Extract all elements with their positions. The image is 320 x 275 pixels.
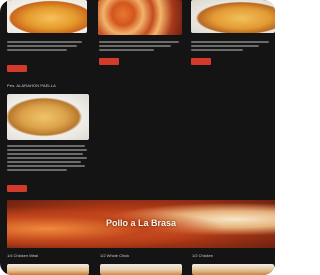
- dish-description: [7, 45, 77, 47]
- dish-description: [7, 145, 85, 147]
- dish-description: [7, 157, 87, 159]
- dish-title: 1/4 Chicken Meal: [7, 253, 38, 258]
- dish-description: [7, 149, 87, 151]
- dish-description: [191, 49, 243, 51]
- dish-image[interactable]: [7, 94, 89, 140]
- order-button[interactable]: [7, 65, 27, 72]
- dish-image[interactable]: [7, 264, 89, 275]
- dish-description: [7, 49, 67, 51]
- dish-description: [7, 161, 81, 163]
- dish-image[interactable]: [192, 264, 274, 275]
- dish-title: 1/2 Whole Chick: [100, 253, 130, 258]
- dish-description: [7, 41, 82, 43]
- banner-title: Pollo a La Brasa: [105, 218, 177, 228]
- dish-title: Pes. ALARAHON PAELLA: [7, 83, 56, 88]
- dish-description: [191, 41, 269, 43]
- dish-image[interactable]: [191, 0, 275, 33]
- dish-description: [7, 153, 83, 155]
- dish-description: [191, 45, 259, 47]
- dish-description: [99, 41, 179, 43]
- order-button[interactable]: [191, 58, 211, 65]
- dish-description: [7, 165, 85, 167]
- order-button[interactable]: [7, 185, 27, 192]
- menu-page: Pes. ALARAHON PAELLA Pollo a La Brasa 1/…: [0, 0, 275, 275]
- dish-description: [7, 169, 67, 171]
- dish-description: [99, 49, 154, 51]
- dish-image[interactable]: [7, 0, 87, 33]
- dish-image[interactable]: [100, 264, 182, 275]
- dish-description: [99, 45, 171, 47]
- dish-image[interactable]: [98, 0, 182, 35]
- dish-title: 1/2 Chicken: [192, 253, 214, 258]
- category-banner: Pollo a La Brasa: [7, 200, 275, 248]
- order-button[interactable]: [99, 58, 119, 65]
